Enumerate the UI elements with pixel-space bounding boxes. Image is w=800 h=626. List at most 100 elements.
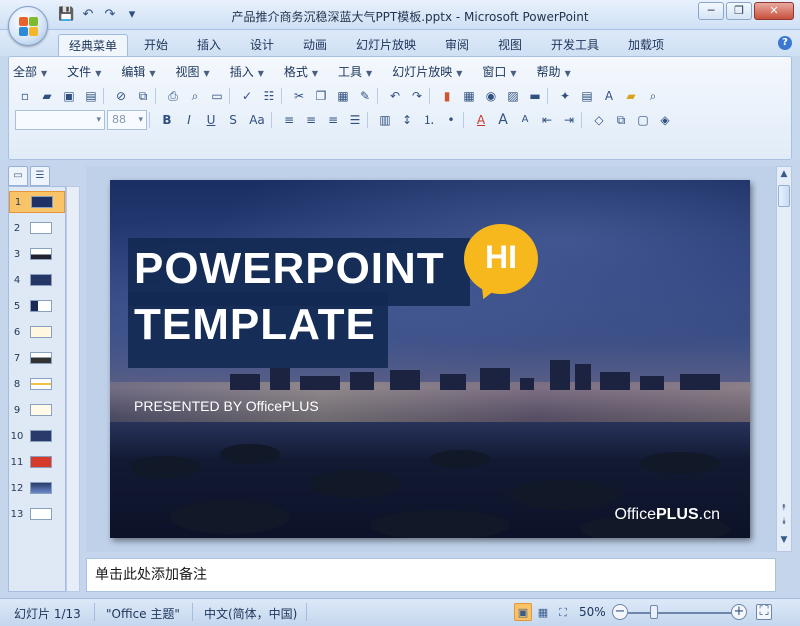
slide-title-line-2[interactable]: TEMPLATE bbox=[134, 300, 376, 350]
scroll-thumb[interactable] bbox=[778, 185, 790, 207]
close-button[interactable]: ✕ bbox=[754, 2, 794, 20]
scroll-down-icon[interactable]: ▼ bbox=[778, 535, 790, 545]
columns-icon[interactable]: ▥ bbox=[375, 110, 395, 130]
redo-icon[interactable]: ↷ bbox=[102, 7, 118, 23]
fit-to-window-icon[interactable]: ⛶ bbox=[756, 604, 772, 620]
numbering-icon[interactable]: ⒈ bbox=[419, 110, 439, 130]
outline-tab-icon[interactable]: ☰ bbox=[30, 166, 50, 186]
bullets-icon[interactable]: • bbox=[441, 110, 461, 130]
tab-developer[interactable]: 开发工具 bbox=[541, 34, 609, 56]
slide-title-line-1[interactable]: POWERPOINT bbox=[134, 244, 445, 294]
slide-thumbnail[interactable]: 3 bbox=[9, 243, 65, 265]
textbox-icon[interactable]: A bbox=[599, 86, 619, 106]
menu-file[interactable]: 文件 ▼ bbox=[67, 63, 101, 81]
slideshow-view-icon[interactable]: ⛶ bbox=[554, 603, 572, 621]
presented-by-text[interactable]: PRESENTED BY OfficePLUS bbox=[134, 398, 319, 414]
font-name-select[interactable] bbox=[15, 110, 105, 130]
picture-icon[interactable]: ▨ bbox=[503, 86, 523, 106]
previous-slide-icon[interactable]: ⯭ bbox=[778, 503, 790, 513]
hi-speech-bubble[interactable]: HI bbox=[464, 224, 538, 294]
print-icon[interactable]: ⎙ bbox=[163, 86, 183, 106]
slides-tab-icon[interactable]: ▭ bbox=[8, 166, 28, 186]
paste-icon[interactable]: ▦ bbox=[333, 86, 353, 106]
slide-layout-icon[interactable]: ▬ bbox=[525, 86, 545, 106]
theme-status[interactable]: "Office 主题" bbox=[106, 605, 180, 622]
arrange-icon[interactable]: ⧉ bbox=[611, 110, 631, 130]
underline-button[interactable]: U bbox=[201, 110, 221, 130]
font-color-icon[interactable]: A bbox=[471, 110, 491, 130]
menu-tools[interactable]: 工具 ▼ bbox=[338, 63, 372, 81]
tab-classic-menu[interactable]: 经典菜单 bbox=[58, 34, 129, 56]
menu-window[interactable]: 窗口 ▼ bbox=[482, 63, 516, 81]
slide-thumbnail[interactable]: 1 bbox=[9, 191, 65, 213]
menu-slideshow[interactable]: 幻灯片放映 ▼ bbox=[392, 63, 462, 81]
new-slide-icon[interactable]: ✦ bbox=[555, 86, 575, 106]
tab-addins[interactable]: 加载项 bbox=[618, 34, 674, 56]
slide-sorter-icon[interactable]: ▦ bbox=[534, 603, 552, 621]
zoom-slider-track[interactable] bbox=[628, 612, 732, 614]
slide-thumbnail[interactable]: 2 bbox=[9, 217, 65, 239]
menu-view[interactable]: 视图 ▼ bbox=[176, 63, 210, 81]
vertical-scrollbar[interactable]: ▲ ⯭ ⯯ ▼ bbox=[776, 166, 792, 552]
bold-button[interactable]: B bbox=[157, 110, 177, 130]
clipart-icon[interactable]: ◉ bbox=[481, 86, 501, 106]
slide-thumbnail[interactable]: 10 bbox=[9, 425, 65, 447]
align-center-icon[interactable]: ≡ bbox=[301, 110, 321, 130]
customize-qat-icon[interactable]: ▾ bbox=[124, 7, 140, 23]
tab-insert[interactable]: 插入 bbox=[187, 34, 231, 56]
thumbnail-scrollbar[interactable] bbox=[66, 186, 80, 592]
restore-button[interactable]: ❐ bbox=[726, 2, 752, 20]
zoom-slider-thumb[interactable] bbox=[650, 605, 658, 619]
justify-icon[interactable]: ☰ bbox=[345, 110, 365, 130]
language-status[interactable]: 中文(简体，中国) bbox=[204, 605, 297, 622]
slide-thumbnail[interactable]: 4 bbox=[9, 269, 65, 291]
slide-thumbnail[interactable]: 6 bbox=[9, 321, 65, 343]
redo-icon[interactable]: ↷ bbox=[407, 86, 427, 106]
research-icon[interactable]: ☷ bbox=[259, 86, 279, 106]
tab-slideshow[interactable]: 幻灯片放映 bbox=[346, 34, 426, 56]
cut-icon[interactable]: ✂ bbox=[289, 86, 309, 106]
shape-fill-icon[interactable]: ◈ bbox=[655, 110, 675, 130]
slide-thumbnail[interactable]: 8 bbox=[9, 373, 65, 395]
page-setup-icon[interactable]: ▭ bbox=[207, 86, 227, 106]
table-icon[interactable]: ▦ bbox=[459, 86, 479, 106]
folder-icon[interactable]: ▰ bbox=[621, 86, 641, 106]
office-button[interactable] bbox=[8, 6, 48, 46]
menu-all[interactable]: 全部 ▼ bbox=[13, 63, 47, 81]
slide-thumbnail[interactable]: 9 bbox=[9, 399, 65, 421]
decrease-indent-icon[interactable]: ⇤ bbox=[537, 110, 557, 130]
italic-button[interactable]: I bbox=[179, 110, 199, 130]
notes-pane[interactable]: 单击此处添加备注 bbox=[86, 558, 776, 592]
align-right-icon[interactable]: ≡ bbox=[323, 110, 343, 130]
shapes-icon[interactable]: ◇ bbox=[589, 110, 609, 130]
menu-help[interactable]: 帮助 ▼ bbox=[537, 63, 571, 81]
undo-icon[interactable]: ↶ bbox=[385, 86, 405, 106]
undo-icon[interactable]: ↶ bbox=[80, 7, 96, 23]
next-slide-icon[interactable]: ⯯ bbox=[778, 517, 790, 527]
align-left-icon[interactable]: ≡ bbox=[279, 110, 299, 130]
quick-styles-icon[interactable]: ▢ bbox=[633, 110, 653, 130]
save-icon[interactable]: ▣ bbox=[59, 86, 79, 106]
open-folder-icon[interactable]: ▰ bbox=[37, 86, 57, 106]
new-file-icon[interactable]: ▫ bbox=[15, 86, 35, 106]
grow-font-icon[interactable]: A bbox=[493, 110, 513, 130]
search-icon[interactable]: ⌕ bbox=[643, 86, 663, 106]
save-icon[interactable]: 💾 bbox=[58, 7, 74, 23]
slide-thumbnail[interactable]: 11 bbox=[9, 451, 65, 473]
slide-thumbnail[interactable]: 12 bbox=[9, 477, 65, 499]
zoom-level[interactable]: 50% bbox=[579, 605, 606, 619]
tab-view[interactable]: 视图 bbox=[488, 34, 532, 56]
menu-format[interactable]: 格式 ▼ bbox=[284, 63, 318, 81]
scroll-up-icon[interactable]: ▲ bbox=[778, 169, 790, 179]
layout-icon[interactable]: ▤ bbox=[577, 86, 597, 106]
font-size-select[interactable]: 88 bbox=[107, 110, 147, 130]
permission-icon[interactable]: ⊘ bbox=[111, 86, 131, 106]
tab-design[interactable]: 设计 bbox=[240, 34, 284, 56]
print-preview-icon[interactable]: ⌕ bbox=[185, 86, 205, 106]
slide-thumbnail[interactable]: 13 bbox=[9, 503, 65, 525]
pdf-icon[interactable]: ▤ bbox=[81, 86, 101, 106]
slide-thumbnail[interactable]: 5 bbox=[9, 295, 65, 317]
minimize-button[interactable]: ─ bbox=[698, 2, 724, 20]
tab-home[interactable]: 开始 bbox=[134, 34, 178, 56]
zoom-out-icon[interactable]: − bbox=[612, 604, 628, 620]
